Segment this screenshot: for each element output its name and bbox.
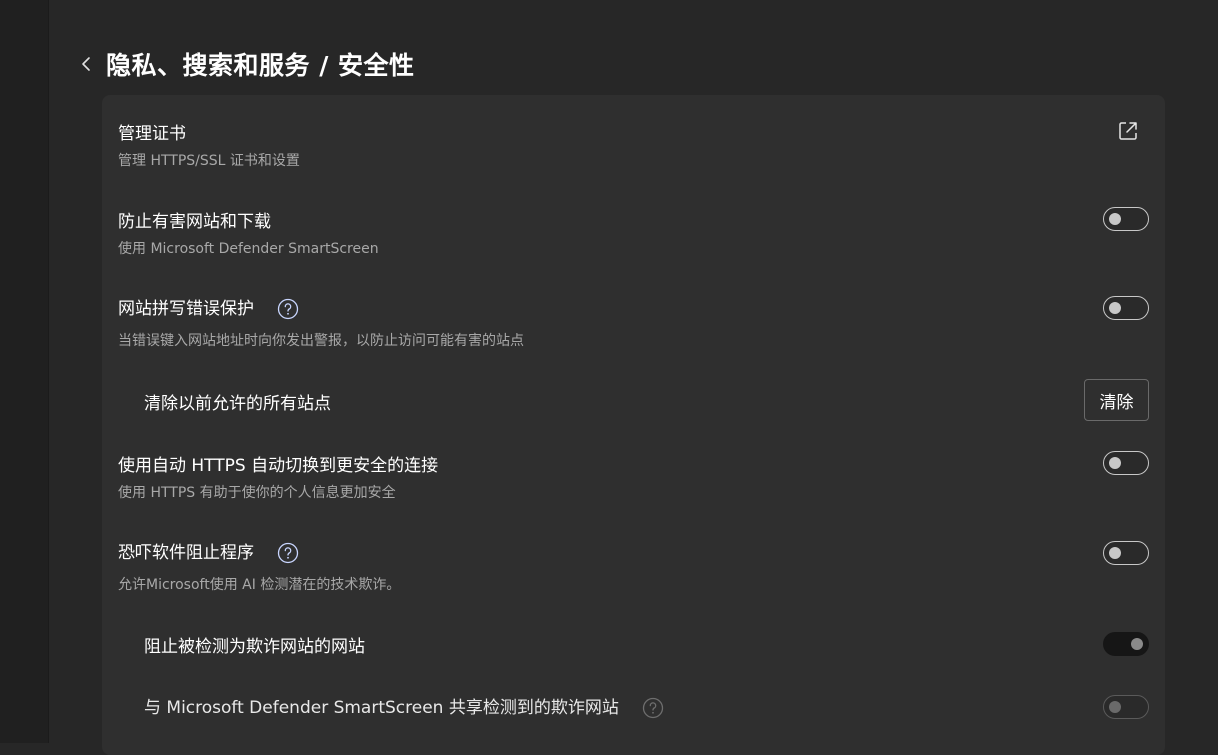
toggle-knob	[1109, 302, 1121, 314]
scareware-blocker-header: 恐吓软件阻止程序	[118, 538, 299, 564]
page-header: 隐私、搜索和服务 / 安全性	[76, 44, 415, 84]
smartscreen-desc: 使用 Microsoft Defender SmartScreen	[118, 241, 379, 257]
question-circle-icon[interactable]	[642, 697, 664, 719]
share-smartscreen-toggle[interactable]	[1103, 695, 1149, 719]
auto-https-title: 使用自动 HTTPS 自动切换到更安全的连接	[118, 456, 439, 476]
block-scam-sites-title: 阻止被检测为欺诈网站的网站	[144, 637, 365, 657]
toggle-knob	[1109, 457, 1121, 469]
share-smartscreen-header: 与 Microsoft Defender SmartScreen 共享检测到的欺…	[144, 693, 664, 719]
scareware-blocker-title: 恐吓软件阻止程序	[118, 543, 254, 563]
scareware-blocker-desc: 允许Microsoft使用 AI 检测潜在的技术欺诈。	[118, 577, 401, 593]
toggle-knob	[1131, 638, 1143, 650]
block-scam-sites-row: 阻止被检测为欺诈网站的网站	[118, 630, 1149, 658]
typo-protection-toggle[interactable]	[1103, 296, 1149, 320]
smartscreen-title: 防止有害网站和下载	[118, 212, 271, 232]
toggle-knob	[1109, 547, 1121, 559]
toggle-knob	[1109, 701, 1121, 713]
smartscreen-row: 防止有害网站和下载 使用 Microsoft Defender SmartScr…	[118, 205, 1149, 265]
manage-certificates-row[interactable]: 管理证书 管理 HTTPS/SSL 证书和设置	[118, 117, 1149, 177]
open-external-icon[interactable]	[1117, 120, 1139, 142]
scareware-blocker-row: 恐吓软件阻止程序 允许Microsoft使用 AI 检测潜在的技术欺诈。	[118, 538, 1149, 598]
manage-certificates-desc: 管理 HTTPS/SSL 证书和设置	[118, 153, 300, 169]
typo-protection-title: 网站拼写错误保护	[118, 299, 254, 319]
share-smartscreen-row: 与 Microsoft Defender SmartScreen 共享检测到的欺…	[118, 693, 1149, 721]
smartscreen-toggle[interactable]	[1103, 207, 1149, 231]
share-smartscreen-title: 与 Microsoft Defender SmartScreen 共享检测到的欺…	[144, 698, 619, 718]
auto-https-row: 使用自动 HTTPS 自动切换到更安全的连接 使用 HTTPS 有助于使你的个人…	[118, 449, 1149, 509]
typo-protection-header: 网站拼写错误保护	[118, 294, 299, 320]
left-nav-rail	[0, 0, 49, 743]
typo-protection-row: 网站拼写错误保护 当错误键入网站地址时向你发出警报，以防止访问可能有害的站点	[118, 294, 1149, 354]
auto-https-desc: 使用 HTTPS 有助于使你的个人信息更加安全	[118, 485, 396, 501]
chevron-left-icon	[82, 57, 90, 71]
typo-protection-desc: 当错误键入网站地址时向你发出警报，以防止访问可能有害的站点	[118, 333, 524, 349]
security-settings-card: 管理证书 管理 HTTPS/SSL 证书和设置 防止有害网站和下载 使用 Mic…	[102, 95, 1165, 755]
toggle-knob	[1109, 213, 1121, 225]
clear-sites-row: 清除以前允许的所有站点 清除	[118, 379, 1149, 421]
clear-button[interactable]: 清除	[1084, 379, 1149, 421]
back-button[interactable]	[76, 50, 96, 78]
page-title: 隐私、搜索和服务 / 安全性	[106, 51, 415, 80]
auto-https-toggle[interactable]	[1103, 451, 1149, 475]
question-circle-icon[interactable]	[277, 542, 299, 564]
scareware-blocker-toggle[interactable]	[1103, 541, 1149, 565]
question-circle-icon[interactable]	[277, 298, 299, 320]
manage-certificates-title: 管理证书	[118, 124, 186, 144]
block-scam-sites-toggle[interactable]	[1103, 632, 1149, 656]
clear-sites-title: 清除以前允许的所有站点	[144, 394, 331, 414]
